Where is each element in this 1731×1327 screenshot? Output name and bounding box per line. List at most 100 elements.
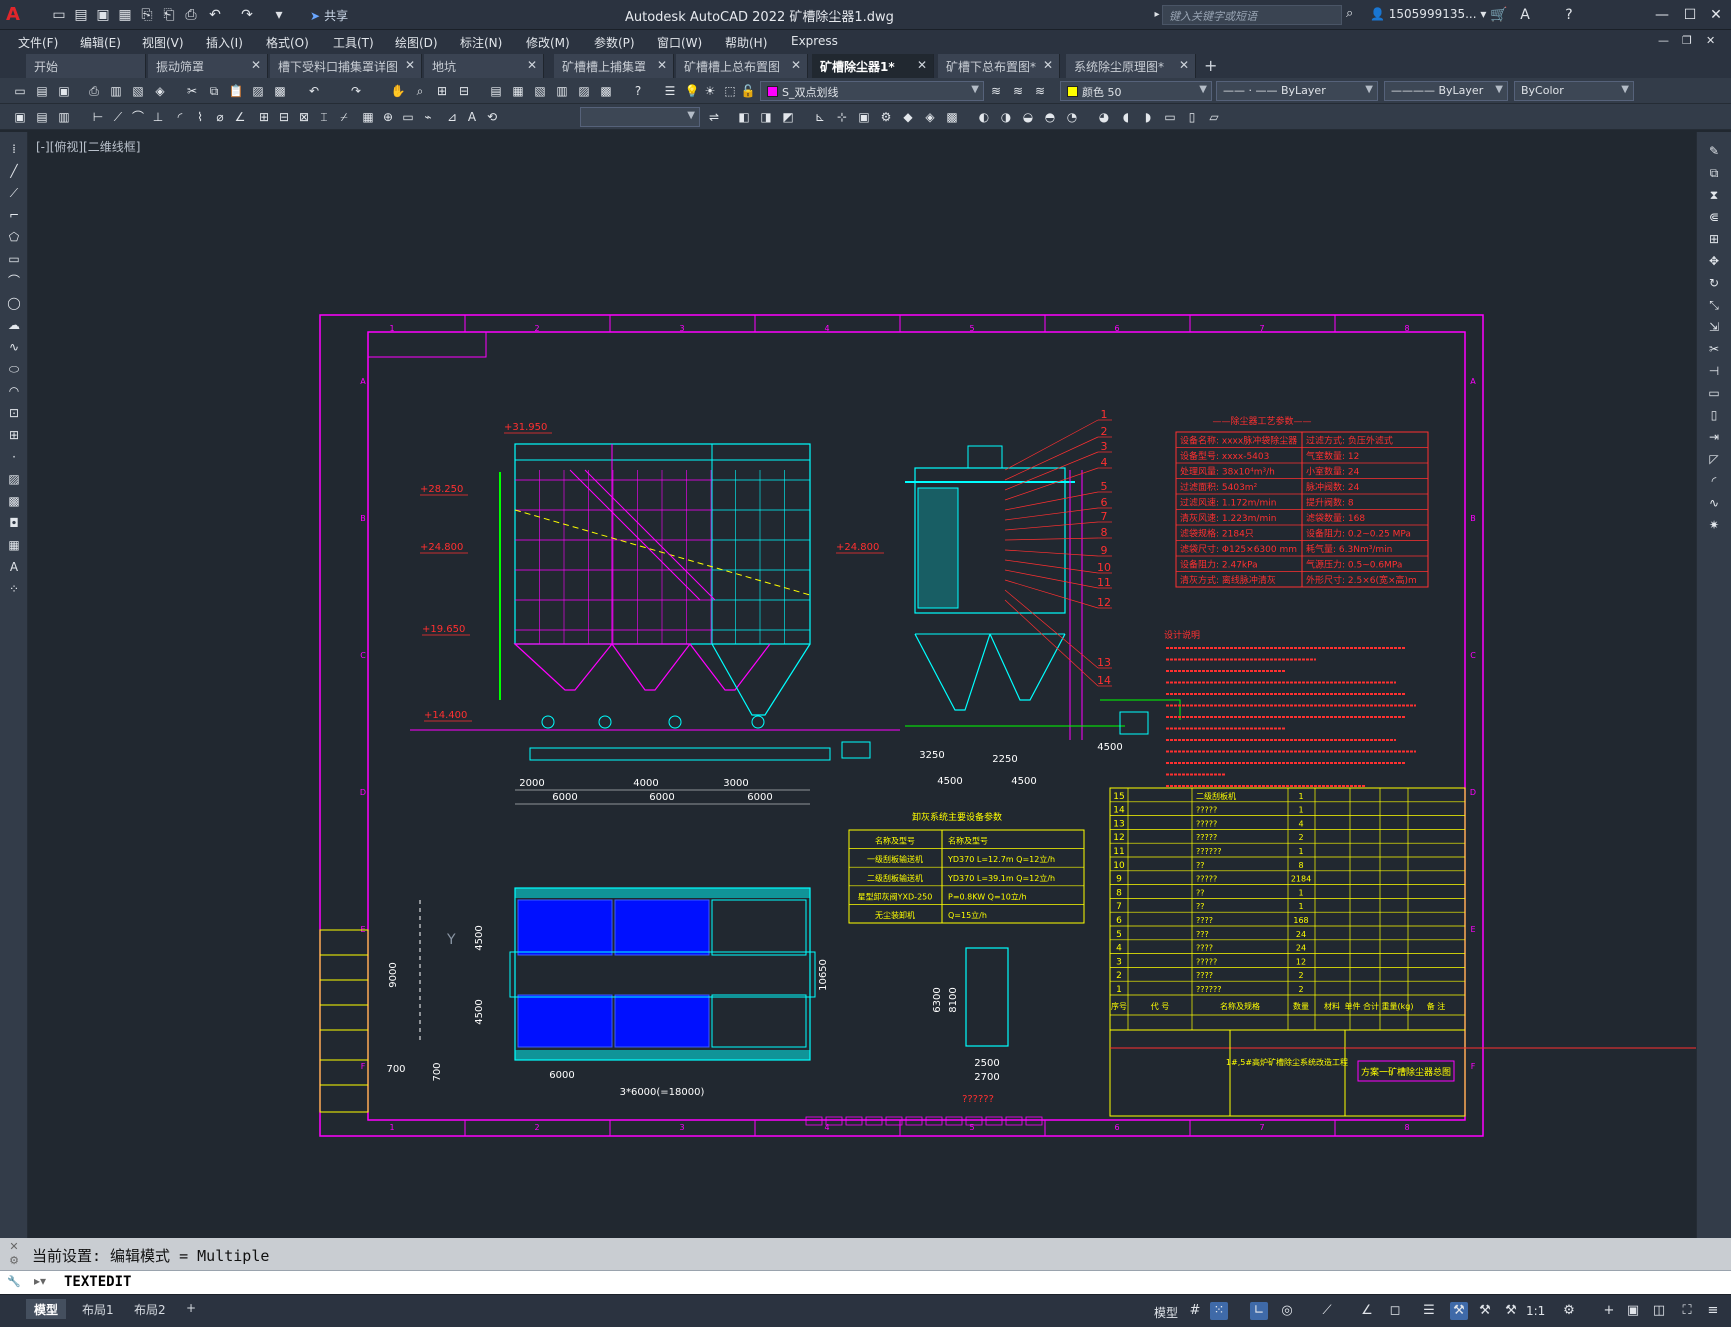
center-mark-icon[interactable]: ⊕ (380, 109, 396, 125)
3d-print-icon[interactable]: ◈ (152, 83, 168, 99)
insert-block-icon[interactable]: ⊡ (5, 404, 23, 422)
dim-style-icon[interactable]: ▣ (12, 109, 28, 125)
region-icon[interactable]: ◘ (5, 514, 23, 532)
fly-icon[interactable]: ◗ (1140, 109, 1156, 125)
ucs-icon[interactable]: ⊾ (812, 109, 828, 125)
view-side-icon[interactable]: ◩ (780, 109, 796, 125)
layer-states-icon[interactable]: ≋ (1032, 83, 1048, 99)
gradient-icon[interactable]: ▩ (5, 492, 23, 510)
preview-icon[interactable]: ▥ (108, 83, 124, 99)
menu-express[interactable]: Express (791, 34, 838, 48)
minimize-button[interactable]: — (1648, 4, 1676, 26)
stretch-icon[interactable]: ⇲ (1705, 318, 1723, 336)
table-style-icon[interactable]: ▥ (56, 109, 72, 125)
dim-arc-icon[interactable]: ⌒ (130, 109, 146, 125)
hatch-icon[interactable]: ▨ (5, 470, 23, 488)
line-icon[interactable]: ╱ (5, 162, 23, 180)
dim-edit-icon[interactable]: ⊿ (444, 109, 460, 125)
share-button[interactable]: ➤ 共享 (310, 7, 348, 24)
viewport-icon[interactable]: ▱ (1206, 109, 1222, 125)
erase-icon[interactable]: ✎ (1705, 142, 1723, 160)
tool-palettes-icon[interactable]: ▧ (532, 83, 548, 99)
tab-start[interactable]: 开始 (26, 54, 146, 78)
view-top-icon[interactable]: ◨ (758, 109, 774, 125)
open-icon[interactable]: ▤ (34, 83, 50, 99)
command-prompt-icon[interactable]: ▸▾ (34, 1274, 46, 1288)
tab-layout2[interactable]: 布局2 (126, 1299, 174, 1319)
trim-icon[interactable]: ✂ (1705, 340, 1723, 358)
customize-icon[interactable]: ≡ (1704, 1302, 1722, 1320)
layer-previous-icon[interactable]: ≋ (1010, 83, 1026, 99)
dim-update-icon[interactable]: ⟲ (484, 109, 500, 125)
user-account[interactable]: 👤 1505999135... ▾ (1370, 7, 1486, 21)
ellipse-icon[interactable]: ⬭ (5, 360, 23, 378)
inspection-icon[interactable]: ▭ (400, 109, 416, 125)
scale-icon[interactable]: ⤡ (1705, 296, 1723, 314)
ucs-face-icon[interactable]: ◈ (922, 109, 938, 125)
viewport-controls-label[interactable]: [-][俯视][二维线框] (36, 138, 140, 155)
tab-vibrating-screen[interactable]: 振动筛罩 ✕ (148, 54, 268, 78)
zoom-window-icon[interactable]: ⊞ (434, 83, 450, 99)
undo-icon[interactable]: ↶ (306, 83, 322, 99)
layer-combo[interactable]: S_双点划线 ▼ (760, 81, 984, 101)
tab-trough-hood-detail[interactable]: 槽下受料口捕集罩详图 ✕ (270, 54, 422, 78)
layer-freeze-icon[interactable]: ☀ (702, 83, 718, 99)
dim-aligned-icon[interactable]: ⟋ (110, 109, 126, 125)
menu-insert[interactable]: 插入(I) (206, 34, 243, 51)
move-icon[interactable]: ✥ (1705, 252, 1723, 270)
blend-icon[interactable]: ∿ (1705, 494, 1723, 512)
extend-icon[interactable]: ⊣ (1705, 362, 1723, 380)
tab-dust-collector[interactable]: 矿槽除尘器1* ✕ (812, 54, 934, 78)
join-icon[interactable]: ⇥ (1705, 428, 1723, 446)
menu-parametric[interactable]: 参数(P) (594, 34, 635, 51)
revision-cloud-icon[interactable]: ☁ (5, 316, 23, 334)
array-icon[interactable]: ⊞ (1705, 230, 1723, 248)
menu-file[interactable]: 文件(F) (18, 34, 58, 51)
model-space-label[interactable]: 模型 (1154, 1304, 1178, 1321)
osnap-icon[interactable]: ∠ (1358, 1302, 1376, 1320)
tab-layout1[interactable]: 布局1 (74, 1299, 122, 1319)
cut-icon[interactable]: ✂ (184, 83, 200, 99)
menu-help[interactable]: 帮助(H) (725, 34, 767, 51)
hardware-accel-icon[interactable]: ▣ (1624, 1302, 1642, 1320)
toolbar-grip-icon[interactable]: ⁞ (5, 140, 23, 158)
shade-icon[interactable]: ◐ (976, 109, 992, 125)
restore-button[interactable]: ☐ (1676, 4, 1704, 26)
add-selected-icon[interactable]: ⁘ (5, 580, 23, 598)
layer-manager-icon[interactable]: ☰ (662, 83, 678, 99)
rotate-icon[interactable]: ↻ (1705, 274, 1723, 292)
menu-dimension[interactable]: 标注(N) (460, 34, 502, 51)
search-icon[interactable]: ⌕ (1346, 6, 1353, 21)
tab-trough-upper-layout[interactable]: 矿槽槽上总布置图 ✕ (676, 54, 808, 78)
auto-scale-icon[interactable]: ⚒ (1502, 1302, 1520, 1320)
ucs-origin-icon[interactable]: ▣ (856, 109, 872, 125)
drawing-canvas[interactable]: 1122334455667788AABBCCDDEEFF 1 2 3 4 5 6… (28, 132, 1696, 1238)
orbit-icon[interactable]: ◕ (1096, 109, 1112, 125)
save-as-icon[interactable]: ▦ (116, 6, 134, 24)
markup-icon[interactable]: ▨ (576, 83, 592, 99)
match-prop-icon[interactable]: ▨ (250, 83, 266, 99)
close-tab-icon[interactable]: ✕ (657, 58, 667, 72)
tab-trough-lower-layout[interactable]: 矿槽下总布置图* ✕ (938, 54, 1060, 78)
wrench-icon[interactable]: 🔧 (6, 1275, 22, 1288)
command-settings-icon[interactable]: ⚙ (6, 1254, 22, 1267)
view-manager-icon[interactable]: ▭ (1162, 109, 1178, 125)
light-icon[interactable]: ◓ (1042, 109, 1058, 125)
design-center-icon[interactable]: ▦ (510, 83, 526, 99)
dim-break-icon[interactable]: ⌿ (336, 109, 352, 125)
menu-format[interactable]: 格式(O) (266, 34, 309, 51)
circle-icon[interactable]: ◯ (5, 294, 23, 312)
doc-restore-icon[interactable]: ❐ (1682, 34, 1692, 47)
camera-icon[interactable]: ◔ (1064, 109, 1080, 125)
make-block-icon[interactable]: ⊞ (5, 426, 23, 444)
construction-line-icon[interactable]: ⟋ (5, 184, 23, 202)
close-tab-icon[interactable]: ✕ (405, 58, 415, 72)
object-snap-icon[interactable]: ◻ (1386, 1302, 1404, 1320)
redo-icon[interactable]: ↷ (348, 83, 364, 99)
dim-text-edit-icon[interactable]: A (464, 109, 480, 125)
ellipse-arc-icon[interactable]: ◠ (5, 382, 23, 400)
jogged-linear-icon[interactable]: ⌁ (420, 109, 436, 125)
add-layout-icon[interactable]: + (178, 1299, 204, 1319)
open-file-icon[interactable]: ▤ (72, 6, 90, 24)
quick-dim-icon[interactable]: ⊞ (256, 109, 272, 125)
